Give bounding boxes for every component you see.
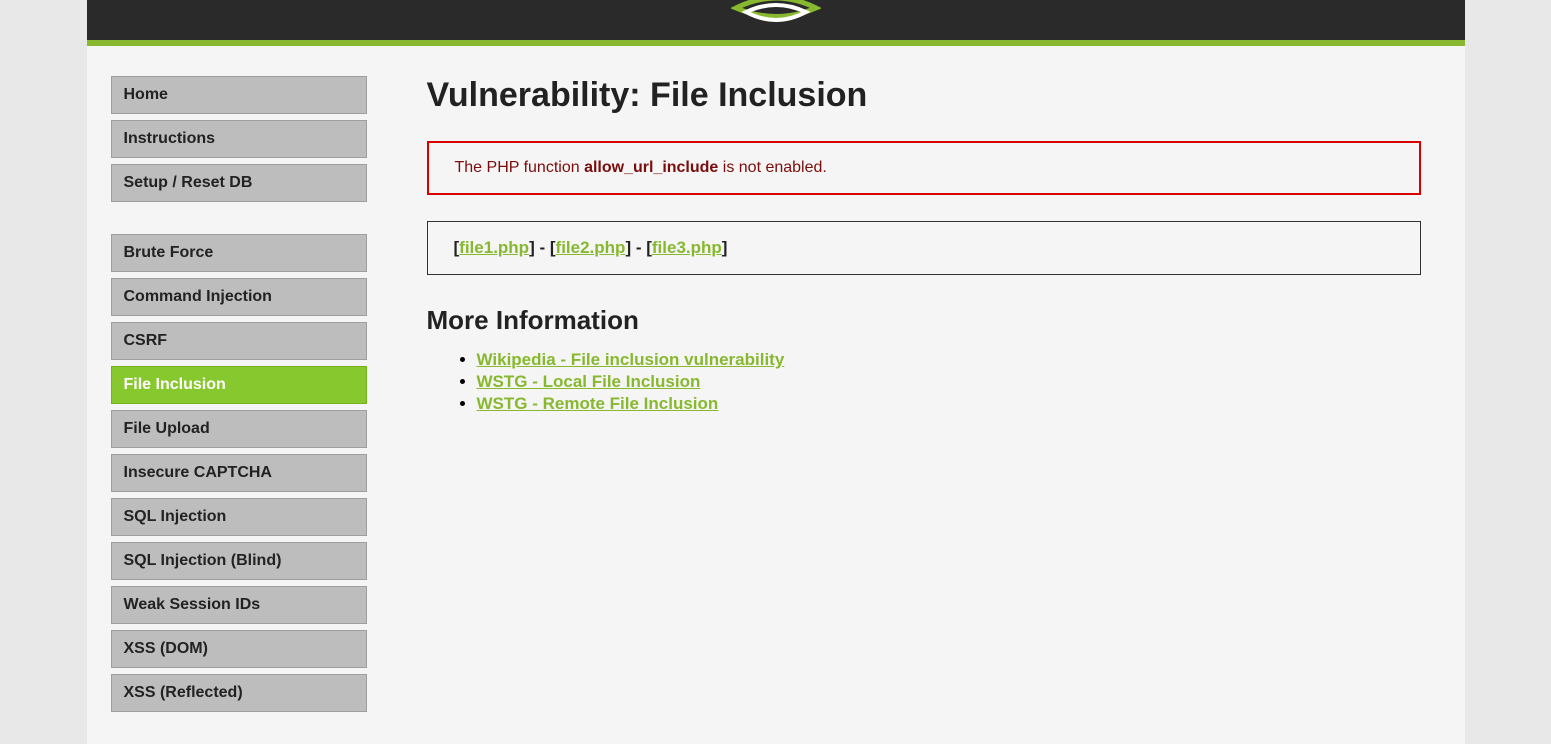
content-wrapper: Home Instructions Setup / Reset DB Brute F… (87, 46, 1465, 744)
logo-swoosh-icon (731, 0, 821, 35)
nav-command-injection[interactable]: Command Injection (111, 278, 367, 316)
nav-brute-force[interactable]: Brute Force (111, 234, 367, 272)
page-title: Vulnerability: File Inclusion (427, 76, 1421, 115)
logo (731, 0, 821, 35)
nav-xss-dom[interactable]: XSS (DOM) (111, 630, 367, 668)
file-links-box: [file1.php] - [file2.php] - [file3.php] (427, 221, 1421, 275)
nav-group-2: Brute Force Command Injection CSRF File Inc… (111, 234, 367, 712)
nav-home[interactable]: Home (111, 76, 367, 114)
info-link-1[interactable]: Wikipedia - File inclusion vulnerability (477, 350, 785, 369)
nav-csrf[interactable]: CSRF (111, 322, 367, 360)
info-link-3[interactable]: WSTG - Remote File Inclusion (477, 394, 719, 413)
header-bar (87, 0, 1465, 40)
info-list-item: WSTG - Remote File Inclusion (477, 394, 1421, 414)
page-container: Home Instructions Setup / Reset DB Brute F… (87, 0, 1465, 744)
nav-insecure-captcha[interactable]: Insecure CAPTCHA (111, 454, 367, 492)
info-list-item: WSTG - Local File Inclusion (477, 372, 1421, 392)
file-link-2[interactable]: file2.php (556, 238, 626, 257)
nav-sql-injection[interactable]: SQL Injection (111, 498, 367, 536)
file-link-1[interactable]: file1.php (459, 238, 529, 257)
warning-bold: allow_url_include (584, 159, 718, 176)
file-link-3[interactable]: file3.php (652, 238, 722, 257)
info-links-list: Wikipedia - File inclusion vulnerability… (427, 350, 1421, 414)
nav-weak-session-ids[interactable]: Weak Session IDs (111, 586, 367, 624)
nav-setup-reset-db[interactable]: Setup / Reset DB (111, 164, 367, 202)
warning-suffix: is not enabled. (718, 159, 827, 176)
nav-xss-reflected[interactable]: XSS (Reflected) (111, 674, 367, 712)
nav-group-1: Home Instructions Setup / Reset DB (111, 76, 367, 202)
warning-prefix: The PHP function (455, 159, 585, 176)
nav-instructions[interactable]: Instructions (111, 120, 367, 158)
info-link-2[interactable]: WSTG - Local File Inclusion (477, 372, 701, 391)
info-list-item: Wikipedia - File inclusion vulnerability (477, 350, 1421, 370)
warning-box: The PHP function allow_url_include is no… (427, 141, 1421, 195)
nav-file-inclusion[interactable]: File Inclusion (111, 366, 367, 404)
sidebar: Home Instructions Setup / Reset DB Brute F… (111, 76, 367, 744)
main-content: Vulnerability: File Inclusion The PHP fu… (367, 76, 1441, 744)
nav-sql-injection-blind[interactable]: SQL Injection (Blind) (111, 542, 367, 580)
more-information-heading: More Information (427, 305, 1421, 336)
nav-file-upload[interactable]: File Upload (111, 410, 367, 448)
